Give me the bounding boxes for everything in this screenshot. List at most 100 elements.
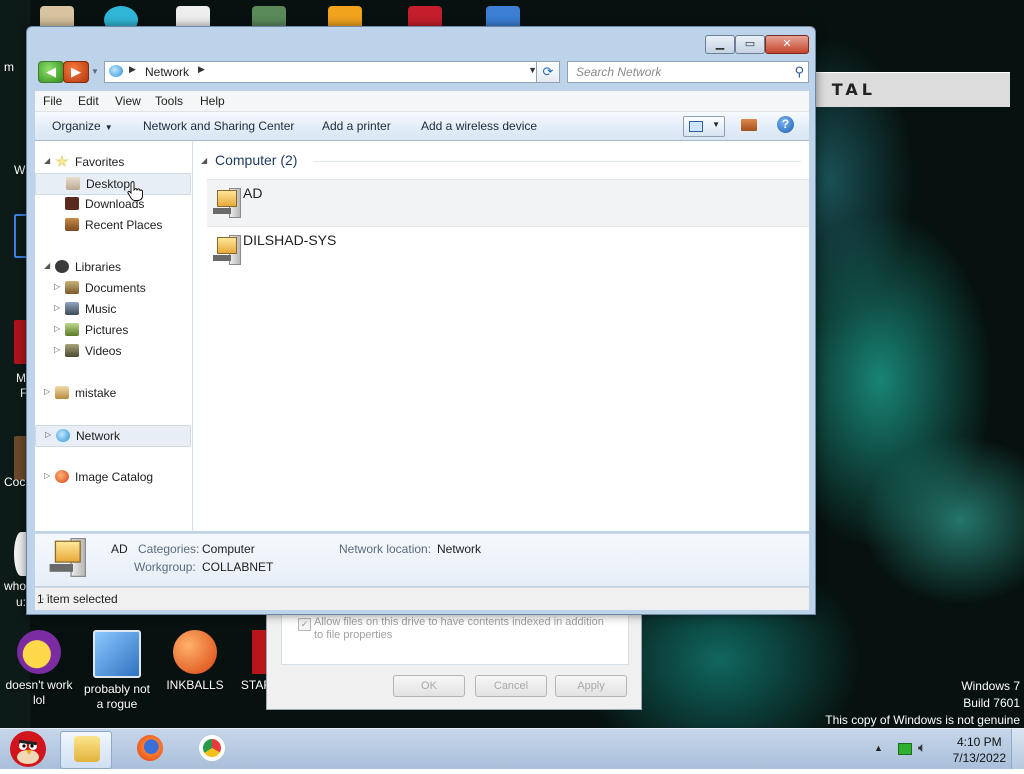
hand-cursor-icon (127, 181, 143, 201)
details-location-label: Network location: (339, 542, 432, 556)
computer-screen-shape (217, 190, 237, 207)
search-input[interactable]: Search Network (576, 65, 661, 79)
desktop-icon-label: probably not a rogue (83, 682, 151, 711)
expanded-arrow-icon[interactable]: ◢ (44, 261, 50, 270)
network-item-ad[interactable]: AD (207, 179, 809, 227)
nav-label: Recent Places (85, 218, 163, 232)
menu-view[interactable]: View (115, 94, 141, 108)
clock-time: 4:10 PM (956, 735, 1002, 749)
system-tray: ▲ 🔈︎ 4:10 PM 7/13/2022 (864, 729, 1024, 769)
taskbar-browser[interactable] (186, 731, 236, 767)
nav-item-mistake[interactable]: ▷ mistake (35, 383, 191, 403)
menu-help[interactable]: Help (200, 94, 225, 108)
breadcrumb-network[interactable]: Network (145, 65, 189, 79)
close-button[interactable]: ✕ (765, 35, 809, 54)
collapsed-arrow-icon[interactable]: ▷ (54, 324, 60, 333)
left-fragment: who (4, 579, 27, 593)
back-button[interactable]: ◀ (38, 61, 64, 83)
desktop-icon-inkballs[interactable]: INKBALLS (158, 630, 232, 693)
nav-item-pictures[interactable]: ▷ Pictures (35, 320, 191, 340)
preview-pane-button[interactable] (741, 119, 757, 131)
desktop-icon-yahoo[interactable]: doesn't work lol (2, 630, 76, 708)
add-wireless-device-button[interactable]: Add a wireless device (421, 119, 537, 133)
watermark-line: This copy of Windows is not genuine (825, 713, 1020, 727)
show-desktop-button[interactable] (1011, 729, 1024, 769)
network-item-dilshad-sys[interactable]: DILSHAD-SYS (207, 227, 809, 273)
address-bar[interactable]: ▶ Network ▶ ▼ (104, 61, 544, 83)
nav-label: Libraries (75, 260, 122, 274)
ink-ball-icon (173, 630, 217, 674)
left-fragment: u: (16, 595, 27, 609)
volume-icon[interactable]: 🔈︎ (918, 739, 926, 756)
forward-button[interactable]: ▶ (63, 61, 89, 83)
explorer-window: ▁ ▭ ✕ ◀ ▶ ▼ ▶ Network ▶ ▼ ⟳ Search Netwo… (26, 26, 816, 615)
recent-pages-dropdown[interactable]: ▼ (91, 67, 99, 76)
nav-label: Videos (85, 344, 122, 358)
search-box[interactable]: Search Network ⚲ (567, 61, 809, 83)
breadcrumb-chevron-icon[interactable]: ▶ (198, 64, 205, 75)
group-divider (313, 161, 801, 162)
resize-grip-icon[interactable]: ⋰ (37, 592, 807, 608)
collapsed-arrow-icon[interactable]: ▷ (44, 471, 50, 480)
nav-item-desktop[interactable]: Desktop (35, 173, 191, 195)
nav-item-music[interactable]: ▷ Music (35, 299, 191, 319)
refresh-button[interactable]: ⟳ (536, 61, 560, 83)
collapsed-arrow-icon[interactable]: ▷ (45, 430, 51, 439)
clock[interactable]: 4:10 PM 7/13/2022 (953, 734, 1006, 766)
ok-button[interactable]: OK (393, 675, 465, 697)
organize-button[interactable]: Organize ▼ (52, 119, 113, 133)
collapsed-arrow-icon[interactable]: ▷ (54, 345, 60, 354)
collapsed-arrow-icon[interactable]: ▷ (54, 282, 60, 291)
breadcrumb-chevron-icon[interactable]: ▶ (129, 64, 136, 75)
nav-item-libraries[interactable]: ◢ Libraries (35, 257, 191, 277)
show-hidden-icons-icon[interactable]: ▲ (874, 743, 883, 753)
nav-item-videos[interactable]: ▷ Videos (35, 341, 191, 361)
navigation-pane: ◢ Favorites Desktop Downloads Recent Pla… (35, 141, 193, 531)
maximize-button[interactable]: ▭ (735, 35, 765, 54)
menu-tools[interactable]: Tools (155, 94, 183, 108)
computer-icon (211, 188, 241, 218)
desktop-icon-label: INKBALLS (166, 678, 224, 692)
details-categories-value: Computer (202, 542, 255, 556)
help-icon[interactable]: ? (777, 116, 794, 133)
group-header-computer[interactable]: Computer (2) (215, 152, 297, 168)
monitor-gears-icon (93, 630, 141, 678)
index-contents-label: Allow files on this drive to have conten… (314, 616, 604, 641)
videos-library-icon (65, 344, 79, 357)
favorites-star-icon (55, 155, 69, 167)
menu-file[interactable]: File (43, 94, 62, 108)
expanded-arrow-icon[interactable]: ◢ (44, 156, 50, 165)
chevron-down-icon[interactable]: ▼ (712, 120, 720, 129)
apply-button[interactable]: Apply (555, 675, 627, 697)
computer-icon (47, 538, 102, 590)
collapsed-arrow-icon[interactable]: ▷ (44, 387, 50, 396)
cancel-button[interactable]: Cancel (475, 675, 547, 697)
collapsed-arrow-icon[interactable]: ▷ (54, 303, 60, 312)
nav-label: mistake (75, 386, 117, 400)
start-button[interactable] (2, 727, 54, 771)
taskbar-explorer[interactable] (60, 731, 112, 769)
nav-item-downloads[interactable]: Downloads (35, 194, 191, 214)
add-printer-button[interactable]: Add a printer (322, 119, 391, 133)
computer-screen-shape (54, 540, 81, 563)
nav-item-documents[interactable]: ▷ Documents (35, 278, 191, 298)
desktop-icon-rogue[interactable]: probably not a rogue (80, 630, 154, 712)
taskbar-firefox[interactable] (124, 731, 174, 767)
chevron-down-icon: ▼ (104, 123, 113, 132)
network-status-icon[interactable] (898, 743, 912, 755)
homegroup-user-icon (55, 386, 69, 399)
minimize-button[interactable]: ▁ (705, 35, 735, 54)
image-catalog-icon (55, 470, 69, 483)
menu-edit[interactable]: Edit (78, 94, 99, 108)
search-icon[interactable]: ⚲ (794, 64, 804, 80)
change-view-button[interactable]: ▼ (683, 116, 725, 137)
downloads-folder-icon (65, 197, 79, 210)
group-collapse-arrow-icon[interactable]: ◢ (201, 156, 207, 165)
nav-item-image-catalog[interactable]: ▷ Image Catalog (35, 467, 191, 487)
nav-item-favorites[interactable]: ◢ Favorites (35, 152, 191, 172)
nav-item-recent-places[interactable]: Recent Places (35, 215, 191, 235)
nav-item-network[interactable]: ▷ Network (35, 425, 191, 447)
network-sharing-center-button[interactable]: Network and Sharing Center (143, 119, 294, 133)
desktop-folder-icon (66, 177, 80, 190)
index-contents-checkbox[interactable]: ✓ (298, 618, 311, 631)
